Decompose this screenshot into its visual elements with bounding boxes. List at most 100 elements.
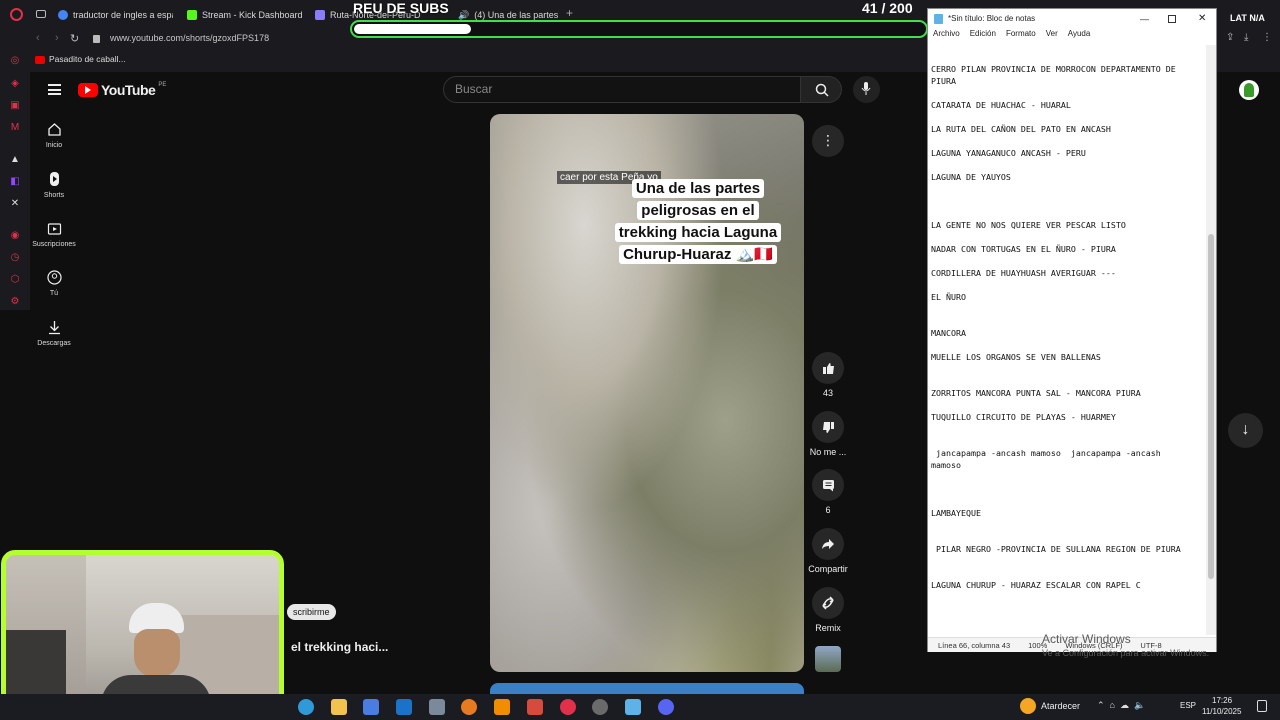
search-icon [815, 83, 829, 97]
comments-button[interactable] [812, 469, 844, 501]
caption-line: trekking hacia Laguna [614, 223, 782, 242]
close-icon[interactable]: ✕ [1198, 9, 1206, 29]
opera-logo-icon[interactable] [10, 8, 23, 21]
hamburger-menu-icon[interactable] [48, 84, 61, 95]
opera-taskbar-icon[interactable] [560, 699, 576, 715]
weather-label[interactable]: Atardecer [1041, 701, 1080, 711]
bookmark-link[interactable]: Pasadito de caball... [49, 54, 126, 64]
menu-archivo[interactable]: Archivo [933, 29, 960, 43]
windows-activation-watermark: Activar Windows Ve a Configuración para … [1042, 632, 1209, 660]
like-button[interactable] [812, 352, 844, 384]
tab-translator[interactable]: traductor de ingles a espa [58, 6, 173, 24]
language-indicator[interactable]: ESP [1180, 701, 1196, 710]
file-explorer-icon[interactable] [331, 699, 347, 715]
notepad-title-bar: *Sin título: Bloc de notas — ✕ [928, 9, 1216, 29]
tab-kick-dashboard[interactable]: Stream - Kick Dashboard [187, 6, 307, 24]
nav-tu[interactable]: Tú [30, 270, 78, 297]
scroll-down-button[interactable]: ↓ [1228, 413, 1263, 448]
twitch-icon[interactable]: ◧ [9, 176, 21, 188]
system-tray-icons[interactable]: ⌃⌂☁🔈 [1097, 700, 1150, 711]
tab-label: (4) Una de las partes [474, 10, 559, 20]
watermark-subtitle: Ve a Configuración para activar Windows. [1042, 648, 1210, 658]
share-arrow-icon [822, 539, 834, 549]
chat-icon[interactable]: ▣ [9, 100, 21, 112]
minimize-icon[interactable]: — [1140, 9, 1149, 29]
x-icon[interactable]: ✕ [9, 198, 21, 210]
tab-label: traductor de ingles a espa [73, 10, 173, 20]
lock-icon [93, 35, 100, 43]
gmail-icon[interactable]: M [9, 122, 21, 134]
menu-ver[interactable]: Ver [1046, 29, 1058, 43]
search-button[interactable] [800, 76, 842, 103]
store-icon[interactable] [363, 699, 379, 715]
nav-shorts[interactable]: Shorts [30, 171, 78, 199]
nav-suscripciones[interactable]: Suscripciones [30, 221, 78, 248]
dislike-label: No me ... [809, 447, 847, 457]
tab-menu-icon[interactable] [36, 10, 46, 18]
google-icon [58, 10, 68, 20]
notepad-title: *Sin título: Bloc de notas [948, 14, 1036, 23]
app-icon[interactable]: ▲ [9, 154, 21, 166]
notepad-menu-bar: Archivo Edición Formato Ver Ayuda [928, 29, 1216, 43]
notifications-icon[interactable] [1257, 700, 1267, 712]
vlc-icon[interactable] [494, 699, 510, 715]
search-input[interactable]: Buscar [443, 76, 801, 103]
notepad-text-area[interactable]: CERRO PILAN PROVINCIA DE MORROCON DEPART… [931, 63, 1201, 633]
notepad-window[interactable]: *Sin título: Bloc de notas — ✕ Archivo E… [927, 8, 1217, 652]
notepad-scroll-thumb[interactable] [1208, 234, 1214, 579]
new-tab-plus-icon[interactable]: + [566, 6, 573, 20]
region-label: LAT N/A [1230, 13, 1265, 23]
youtube-play-icon [78, 83, 98, 97]
nav-descargas[interactable]: Descargas [30, 320, 78, 347]
speaker-icon: 🔊 [458, 9, 470, 20]
share-button[interactable] [812, 528, 844, 560]
page-icon [315, 10, 325, 20]
clock-time[interactable]: 17:26 [1212, 696, 1232, 705]
overlay-title: REU DE SUBS [353, 0, 449, 16]
youtube-bookmark-icon [35, 56, 45, 64]
discord-icon[interactable] [658, 699, 674, 715]
user-avatar[interactable] [1239, 80, 1259, 100]
reload-icon[interactable]: ↻ [70, 32, 79, 45]
menu-formato[interactable]: Formato [1006, 29, 1036, 43]
subscriptions-icon [47, 223, 61, 235]
back-arrow-icon[interactable]: ‹ [36, 32, 40, 44]
comment-count: 6 [825, 505, 831, 515]
caption-line: Una de las partes [631, 179, 765, 198]
url-text[interactable]: www.youtube.com/shorts/gzoxdFPS178 [110, 33, 269, 43]
firefox-icon[interactable] [461, 699, 477, 715]
channel-avatar[interactable] [815, 646, 841, 672]
aria-icon[interactable]: ◎ [9, 55, 21, 67]
app-red-icon[interactable] [527, 699, 543, 715]
nav-inicio[interactable]: Inicio [30, 122, 78, 149]
share-browser-icon[interactable]: ⇪ [1226, 32, 1234, 43]
edge-icon[interactable] [298, 699, 314, 715]
menu-ayuda[interactable]: Ayuda [1068, 29, 1091, 43]
nav-label: Tú [49, 290, 59, 297]
obs-icon[interactable] [592, 699, 608, 715]
thumbs-up-icon [822, 362, 834, 374]
clock-date[interactable]: 11/10/2025 [1202, 707, 1241, 716]
history-icon[interactable]: ◷ [9, 252, 21, 264]
browser-menu-icon[interactable]: ⋮ [1262, 32, 1272, 43]
tab-label: Stream - Kick Dashboard [202, 10, 303, 20]
remix-button[interactable] [812, 587, 844, 619]
forward-arrow-icon[interactable]: › [55, 32, 59, 44]
weather-sun-icon [1020, 698, 1036, 714]
download-browser-icon[interactable]: ⤓ [1244, 32, 1248, 43]
extensions-icon[interactable]: ⬡ [9, 274, 21, 286]
app-window-icon[interactable] [429, 699, 445, 715]
player-icon[interactable]: ◉ [9, 230, 21, 242]
dislike-button[interactable] [812, 411, 844, 443]
settings-gear-icon[interactable]: ⚙ [9, 296, 21, 308]
subscribe-button-partial[interactable]: scribirme [287, 604, 336, 620]
notepad-taskbar-icon[interactable] [625, 699, 641, 715]
messenger-icon[interactable]: ◈ [9, 78, 21, 90]
video-title-partial: el trekking haci... [291, 640, 389, 654]
more-options-button[interactable]: ⋮ [812, 125, 844, 157]
menu-edicion[interactable]: Edición [970, 29, 996, 43]
voice-search-button[interactable] [853, 76, 880, 103]
youtube-logo[interactable]: YouTube PE [78, 82, 166, 98]
maximize-icon[interactable] [1168, 15, 1176, 23]
outlook-icon[interactable] [396, 699, 412, 715]
